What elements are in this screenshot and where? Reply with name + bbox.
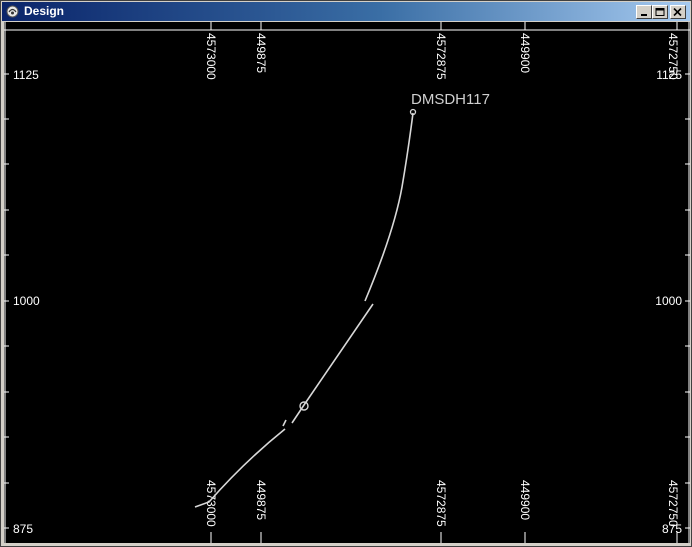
- maximize-icon: [655, 8, 665, 16]
- y-label-left-1: 1125: [13, 68, 39, 82]
- app-icon: [6, 5, 19, 18]
- close-icon: [673, 8, 682, 17]
- x-label-bottom-5: 4572750: [666, 480, 680, 527]
- design-window: Design 1125 1000 875 1125 1000 875 45730…: [0, 0, 692, 547]
- x-label-top-4: 449900: [518, 33, 532, 73]
- well-name-label: DMSDH117: [411, 91, 490, 108]
- y-label-left-3: 875: [13, 522, 33, 536]
- minimize-icon: [641, 14, 647, 16]
- well-section-plot[interactable]: 1125 1000 875 1125 1000 875 4573000 4498…: [4, 22, 690, 543]
- title-bar[interactable]: Design: [2, 2, 690, 21]
- plot-area[interactable]: 1125 1000 875 1125 1000 875 4573000 4498…: [4, 22, 690, 543]
- x-label-bottom-3: 4572875: [434, 480, 448, 527]
- window-title: Design: [24, 4, 65, 18]
- x-label-bottom-2: 449875: [254, 480, 268, 520]
- close-button[interactable]: [670, 5, 686, 19]
- x-label-top-5: 4572750: [666, 33, 680, 80]
- x-label-bottom-4: 449900: [518, 480, 532, 520]
- well-trajectory[interactable]: [194, 112, 414, 508]
- maximize-button[interactable]: [652, 5, 668, 19]
- trajectory-upper-segment: [364, 112, 414, 302]
- y-label-right-2: 1000: [655, 294, 682, 308]
- frame-ticks: [4, 22, 690, 543]
- trajectory-marker-tick: [282, 419, 287, 427]
- x-label-top-1: 4573000: [204, 33, 218, 80]
- minimize-button[interactable]: [636, 5, 652, 19]
- x-label-top-3: 4572875: [434, 33, 448, 80]
- trajectory-lower-segment: [291, 303, 374, 424]
- x-label-top-2: 449875: [254, 33, 268, 73]
- y-label-left-2: 1000: [13, 294, 40, 308]
